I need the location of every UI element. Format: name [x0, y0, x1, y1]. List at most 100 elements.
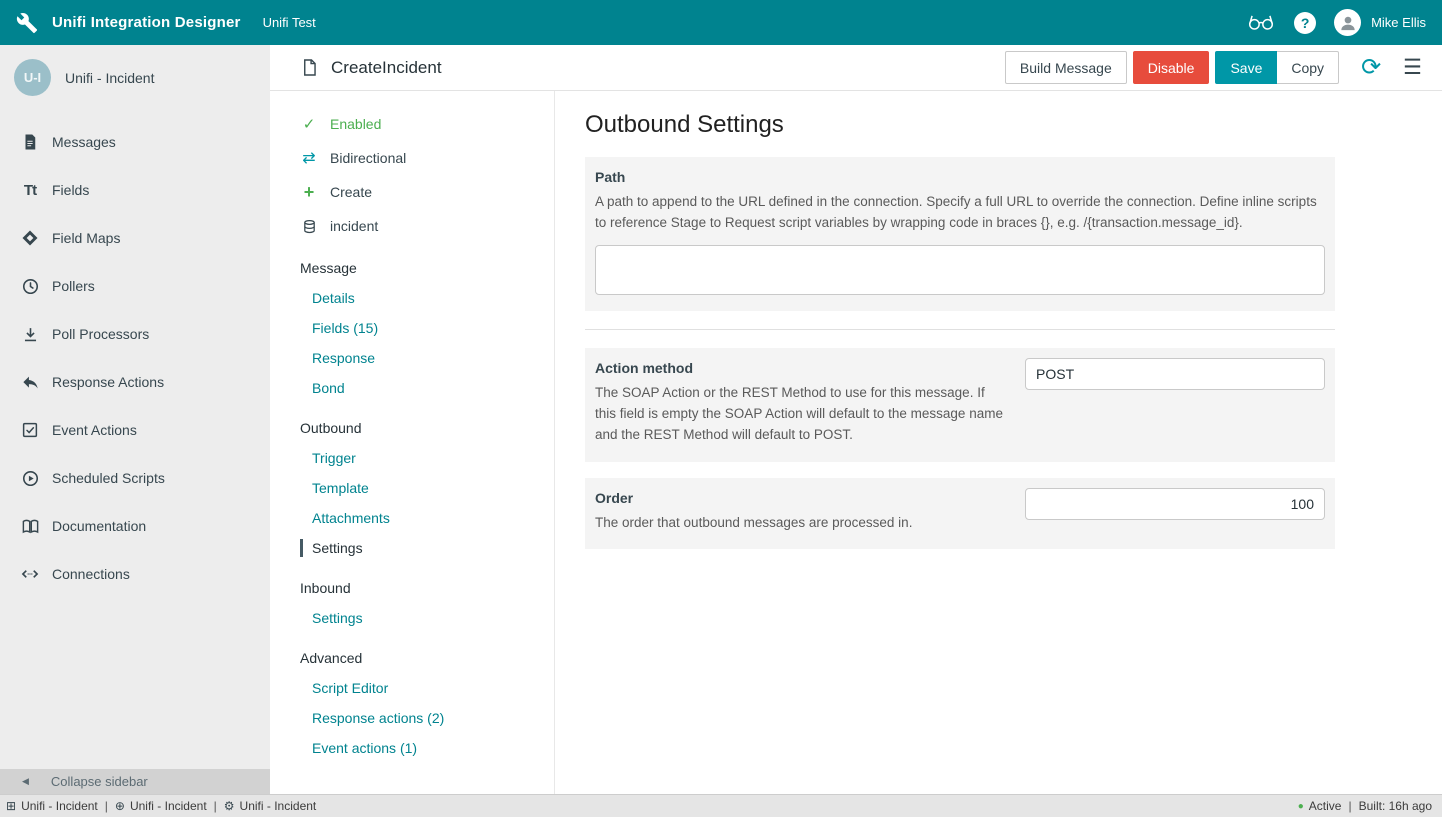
subnav-link-template[interactable]: Template [300, 473, 554, 503]
statusbar-item-label: Unifi - Incident [21, 799, 98, 813]
subnav-link-bond[interactable]: Bond [300, 373, 554, 403]
path-description: A path to append to the URL defined in t… [595, 191, 1325, 233]
pollers-icon [20, 276, 40, 296]
wrench-icon [16, 12, 38, 34]
disable-button[interactable]: Disable [1133, 51, 1210, 84]
status-create[interactable]: + Create [300, 175, 554, 209]
status-enabled[interactable]: ✓ Enabled [300, 107, 554, 141]
user-avatar[interactable] [1334, 9, 1361, 36]
hamburger-menu-icon[interactable]: ☰ [1403, 55, 1422, 80]
poll-processors-icon [20, 324, 40, 344]
refresh-icon[interactable]: ⟳ [1361, 56, 1381, 80]
action-method-input[interactable] [1025, 358, 1325, 390]
order-input[interactable] [1025, 488, 1325, 520]
instance-name: Unifi Test [263, 15, 316, 30]
field-maps-icon [20, 228, 40, 248]
subnav-link-inbound-settings[interactable]: Settings [300, 603, 554, 633]
gear-icon: ⚙ [224, 799, 235, 813]
statusbar-item-integration[interactable]: ⚙ Unifi - Incident [224, 799, 316, 813]
sidebar-item-response-actions[interactable]: Response Actions [0, 358, 270, 406]
active-status-label: Active [1309, 799, 1342, 813]
save-button[interactable]: Save [1215, 51, 1277, 84]
action-method-description: The SOAP Action or the REST Method to us… [595, 382, 1005, 445]
sidebar-item-connections[interactable]: Connections [0, 550, 270, 598]
database-icon [300, 219, 318, 234]
sidebar-item-label: Field Maps [52, 230, 120, 246]
statusbar-separator: | [103, 799, 110, 813]
path-label: Path [595, 169, 1325, 185]
order-label: Order [595, 490, 1005, 506]
subnav-link-outbound-settings[interactable]: Settings [300, 533, 554, 563]
status-bar: ⊞ Unifi - Incident | ⊕ Unifi - Incident … [0, 794, 1442, 817]
statusbar-item-label: Unifi - Incident [240, 799, 317, 813]
sidebar-app-header[interactable]: U-I Unifi - Incident [0, 45, 270, 110]
fields-icon: Tt [20, 180, 40, 200]
messages-icon [20, 132, 40, 152]
statusbar-separator: | [1346, 799, 1353, 813]
action-method-label: Action method [595, 360, 1005, 376]
plus-icon: + [300, 182, 318, 203]
user-name[interactable]: Mike Ellis [1371, 15, 1426, 30]
build-message-button[interactable]: Build Message [1005, 51, 1127, 84]
main-panel: CreateIncident Build Message Disable Sav… [270, 45, 1442, 794]
path-input[interactable] [595, 245, 1325, 295]
subnav-link-fields[interactable]: Fields (15) [300, 313, 554, 343]
sidebar-item-label: Messages [52, 134, 116, 150]
status-incident-table[interactable]: incident [300, 209, 554, 243]
sidebar-item-fields[interactable]: Tt Fields [0, 166, 270, 214]
header-actions: Build Message Disable Save Copy ⟳ ☰ [1005, 51, 1426, 84]
order-field-card: Order The order that outbound messages a… [585, 478, 1335, 549]
check-icon: ✓ [300, 115, 318, 133]
app-frame: U-I Unifi - Incident Messages Tt Fields … [0, 45, 1442, 794]
app-title: Unifi Integration Designer [52, 14, 241, 31]
glasses-icon[interactable] [1246, 11, 1276, 35]
globe-icon: ⊕ [115, 799, 125, 813]
bidirectional-icon: ⇄ [300, 148, 318, 168]
subnav-link-trigger[interactable]: Trigger [300, 443, 554, 473]
sidebar-item-documentation[interactable]: Documentation [0, 502, 270, 550]
sidebar: U-I Unifi - Incident Messages Tt Fields … [0, 45, 270, 794]
grid-icon: ⊞ [6, 799, 16, 813]
subnav-link-response[interactable]: Response [300, 343, 554, 373]
sidebar-item-pollers[interactable]: Pollers [0, 262, 270, 310]
sidebar-item-scheduled-scripts[interactable]: Scheduled Scripts [0, 454, 270, 502]
built-timestamp: Built: 16h ago [1359, 799, 1432, 813]
subnav-section-message: Message [300, 253, 554, 283]
subnav-link-response-actions[interactable]: Response actions (2) [300, 703, 554, 733]
sidebar-item-event-actions[interactable]: Event Actions [0, 406, 270, 454]
sidebar-item-label: Scheduled Scripts [52, 470, 165, 486]
page-title: CreateIncident [331, 58, 442, 78]
status-label: Create [330, 184, 372, 200]
sidebar-item-label: Event Actions [52, 422, 137, 438]
sidebar-item-label: Poll Processors [52, 326, 149, 342]
subnav-link-details[interactable]: Details [300, 283, 554, 313]
copy-button[interactable]: Copy [1277, 51, 1339, 84]
sidebar-item-label: Connections [52, 566, 130, 582]
connections-icon [20, 564, 40, 584]
content-title: Outbound Settings [585, 111, 1412, 139]
integration-name: Unifi - Incident [65, 70, 154, 86]
sidebar-item-label: Documentation [52, 518, 146, 534]
subnav-link-script-editor[interactable]: Script Editor [300, 673, 554, 703]
status-label: Bidirectional [330, 150, 406, 166]
sidebar-item-label: Fields [52, 182, 89, 198]
scheduled-scripts-icon [20, 468, 40, 488]
message-icon [300, 58, 319, 77]
statusbar-item-app[interactable]: ⊕ Unifi - Incident [115, 799, 207, 813]
statusbar-item-instance[interactable]: ⊞ Unifi - Incident [6, 799, 98, 813]
collapse-sidebar-button[interactable]: ◀ Collapse sidebar [0, 769, 270, 794]
statusbar-item-label: Unifi - Incident [130, 799, 207, 813]
sidebar-item-poll-processors[interactable]: Poll Processors [0, 310, 270, 358]
action-method-field-card: Action method The SOAP Action or the RES… [585, 348, 1335, 462]
path-field-card: Path A path to append to the URL defined… [585, 157, 1335, 311]
subnav-link-attachments[interactable]: Attachments [300, 503, 554, 533]
subnav-section-advanced: Advanced [300, 643, 554, 673]
help-icon[interactable]: ? [1294, 12, 1316, 34]
status-bidirectional[interactable]: ⇄ Bidirectional [300, 141, 554, 175]
sidebar-item-messages[interactable]: Messages [0, 118, 270, 166]
documentation-icon [20, 516, 40, 536]
statusbar-separator: | [212, 799, 219, 813]
subnav-link-event-actions[interactable]: Event actions (1) [300, 733, 554, 763]
sidebar-item-field-maps[interactable]: Field Maps [0, 214, 270, 262]
active-status-dot: ● [1298, 801, 1304, 812]
